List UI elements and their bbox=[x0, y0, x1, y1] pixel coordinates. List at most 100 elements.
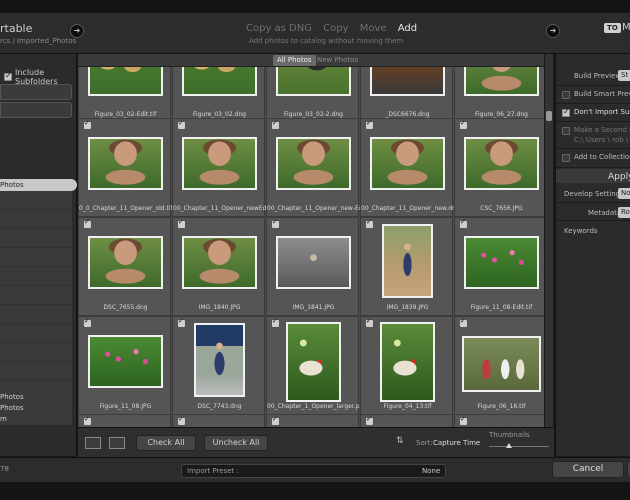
include-photo-checkbox[interactable] bbox=[178, 218, 185, 228]
include-photo-checkbox[interactable] bbox=[84, 119, 91, 129]
grid-filter-tabs: All Photos New Photos bbox=[78, 54, 544, 67]
photo-thumbnail[interactable] bbox=[88, 236, 163, 289]
thumbnail-cell[interactable]: DSC_7743.dng bbox=[172, 316, 265, 415]
photo-thumbnail[interactable] bbox=[276, 236, 351, 289]
build-previews-select[interactable]: St bbox=[618, 70, 630, 81]
folder-item[interactable]: Photos bbox=[0, 404, 24, 412]
thumbnail-cell[interactable]: Figure_11_08.JPG bbox=[78, 316, 171, 415]
divider bbox=[556, 121, 630, 122]
thumbnail-cell[interactable]: Figure_04_13.tif bbox=[360, 316, 453, 415]
thumbnail-cell[interactable]: CSC_7656.JPG bbox=[454, 118, 544, 217]
include-photo-checkbox[interactable] bbox=[366, 415, 373, 425]
mode-add[interactable]: Add bbox=[398, 23, 417, 34]
source-panel: Include Subfolders Photos Photos Photos … bbox=[0, 54, 77, 456]
uncheck-all-button[interactable]: Uncheck All bbox=[204, 435, 268, 451]
photo-thumbnail[interactable] bbox=[286, 322, 341, 402]
include-photo-checkbox[interactable] bbox=[460, 317, 467, 327]
include-photo-checkbox[interactable] bbox=[272, 119, 279, 129]
dont-import-suspected-checkbox[interactable] bbox=[562, 107, 570, 117]
sort-order-icon[interactable]: ⇅ bbox=[396, 436, 404, 446]
photo-thumbnail[interactable] bbox=[182, 137, 257, 190]
include-photo-checkbox[interactable] bbox=[460, 119, 467, 129]
slider-knob[interactable] bbox=[506, 443, 512, 448]
thumbnail-cell[interactable]: IMG_1839.JPG bbox=[360, 217, 453, 316]
thumbnail-cell[interactable]: 0_0_Chapter_11_Opener_old.tif bbox=[78, 118, 172, 217]
include-photo-checkbox[interactable] bbox=[272, 317, 279, 327]
mode-copy[interactable]: Copy bbox=[323, 23, 348, 34]
metadata-label: Metadata bbox=[588, 209, 622, 217]
photo-filename: IMG_1840.JPG bbox=[198, 304, 241, 311]
include-photo-checkbox[interactable] bbox=[460, 415, 467, 425]
thumbnail-cell[interactable]: 00_Chapter_11_Opener_new-Edit.tif bbox=[266, 118, 360, 217]
folder-item[interactable]: m bbox=[0, 415, 7, 423]
include-photo-checkbox[interactable] bbox=[366, 119, 373, 129]
scrollbar-thumb[interactable] bbox=[546, 111, 552, 121]
mode-move[interactable]: Move bbox=[360, 23, 387, 34]
thumbnail-size-slider[interactable] bbox=[489, 446, 549, 447]
thumbnail-cell[interactable]: 00_Chapter_11_Opener_new.dng bbox=[360, 118, 454, 217]
include-photo-checkbox[interactable] bbox=[84, 317, 91, 327]
add-to-collection-checkbox[interactable] bbox=[562, 154, 570, 162]
include-photo-checkbox[interactable] bbox=[366, 317, 373, 327]
photo-thumbnail[interactable] bbox=[194, 323, 245, 397]
metadata-select[interactable]: Rob bbox=[618, 207, 630, 218]
include-subfolders-checkbox[interactable] bbox=[4, 71, 12, 81]
photo-thumbnail[interactable] bbox=[464, 236, 539, 289]
photo-thumbnail[interactable] bbox=[464, 137, 539, 190]
thumbnail-cell[interactable]: Figure_11_08-Edit.tif bbox=[454, 217, 544, 316]
folder-item[interactable]: Photos bbox=[0, 393, 24, 401]
include-photo-checkbox[interactable] bbox=[366, 218, 373, 228]
photo-thumbnail[interactable] bbox=[382, 224, 433, 298]
thumbnail-cell[interactable]: 00_Chapter_11_Opener_newEdit 2.tif bbox=[172, 118, 266, 217]
source-drive-item[interactable] bbox=[0, 102, 72, 118]
mode-copy-as-dng[interactable]: Copy as DNG bbox=[246, 23, 312, 34]
destination-title[interactable]: M bbox=[622, 22, 630, 33]
include-photo-checkbox[interactable] bbox=[460, 218, 467, 228]
thumbnail-cell[interactable] bbox=[172, 414, 265, 427]
sort-select[interactable]: Capture Time bbox=[433, 439, 480, 447]
build-smart-previews-checkbox[interactable] bbox=[562, 91, 570, 99]
include-photo-checkbox[interactable] bbox=[178, 317, 185, 327]
thumbnail-cell[interactable]: 00_Chapter_1_Opener_larger.psd bbox=[266, 316, 360, 415]
divider bbox=[556, 103, 630, 104]
photo-thumbnail[interactable] bbox=[276, 137, 351, 190]
divider bbox=[556, 148, 630, 149]
tab-new-photos[interactable]: New Photos bbox=[313, 55, 362, 66]
bottom-strip bbox=[0, 482, 630, 500]
develop-settings-select[interactable]: No bbox=[618, 188, 630, 199]
loupe-view-icon[interactable] bbox=[109, 437, 125, 449]
photo-thumbnail[interactable] bbox=[462, 336, 541, 392]
thumbnail-cell[interactable]: Figure_06_16.tif bbox=[454, 316, 544, 415]
thumbnail-cell[interactable]: DSC_7655.dng bbox=[78, 217, 171, 316]
source-drive-item[interactable] bbox=[0, 84, 72, 100]
include-photo-checkbox[interactable] bbox=[272, 218, 279, 228]
tab-all-photos[interactable]: All Photos bbox=[273, 55, 316, 66]
grid-scrollbar[interactable] bbox=[545, 54, 553, 427]
include-photo-checkbox[interactable] bbox=[178, 119, 185, 129]
photo-thumbnail[interactable] bbox=[370, 137, 445, 190]
photo-thumbnail[interactable] bbox=[380, 322, 435, 402]
mode-description: Add photos to catalog without moving the… bbox=[249, 37, 404, 45]
cancel-button[interactable]: Cancel bbox=[552, 461, 624, 478]
thumbnail-cell[interactable]: IMG_1841.JPG bbox=[266, 217, 359, 316]
thumbnail-cell[interactable] bbox=[78, 414, 171, 427]
photo-filename: Figure_06_16.tif bbox=[477, 403, 526, 410]
import-preset-select[interactable]: Import Preset : None bbox=[181, 464, 446, 478]
photo-filename: 0_0_Chapter_11_Opener_old.tif bbox=[79, 205, 172, 212]
source-title[interactable]: rtable bbox=[0, 22, 32, 35]
thumbnail-cell[interactable]: IMG_1840.JPG bbox=[172, 217, 265, 316]
check-all-button[interactable]: Check All bbox=[136, 435, 196, 451]
make-second-copy-checkbox[interactable] bbox=[562, 127, 570, 135]
photo-thumbnail[interactable] bbox=[182, 236, 257, 289]
include-photo-checkbox[interactable] bbox=[84, 218, 91, 228]
photo-thumbnail[interactable] bbox=[88, 335, 163, 388]
selected-folder[interactable]: Photos bbox=[0, 179, 77, 191]
photo-thumbnail[interactable] bbox=[88, 137, 163, 190]
thumbnail-cell[interactable] bbox=[266, 414, 359, 427]
include-photo-checkbox[interactable] bbox=[178, 415, 185, 425]
include-photo-checkbox[interactable] bbox=[84, 415, 91, 425]
grid-view-icon[interactable] bbox=[85, 437, 101, 449]
include-photo-checkbox[interactable] bbox=[272, 415, 279, 425]
thumbnail-cell[interactable] bbox=[360, 414, 453, 427]
thumbnail-cell[interactable] bbox=[454, 414, 544, 427]
